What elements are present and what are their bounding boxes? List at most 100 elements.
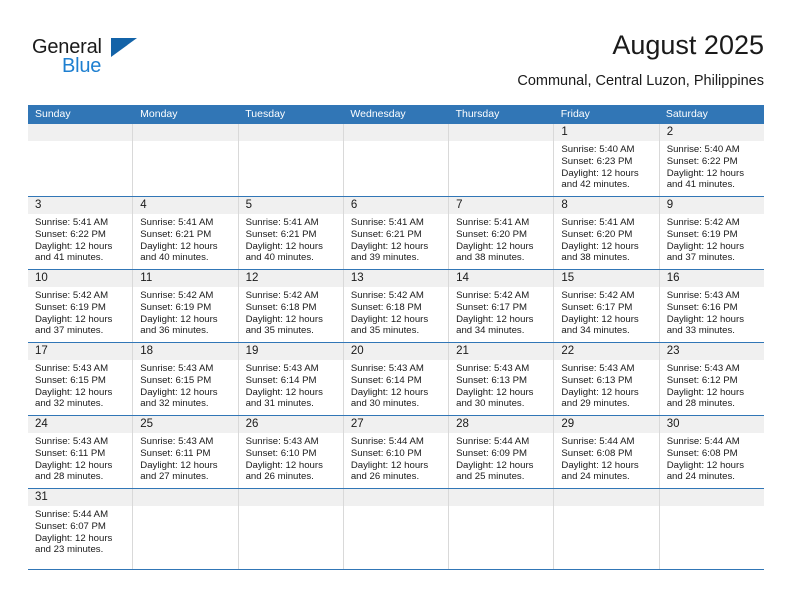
sunset-text: Sunset: 6:18 PM (350, 301, 422, 313)
day-number-band: 22 (554, 343, 659, 360)
daylight-text-line2: and 26 minutes. (350, 471, 420, 483)
daylight-text-line1: Daylight: 12 hours (561, 459, 639, 471)
sunset-text: Sunset: 6:15 PM (35, 374, 106, 386)
calendar-day-cell[interactable]: 24 Sunrise: 5:43 AM Sunset: 6:11 PM Dayligh… (28, 416, 134, 488)
day-detail: Sunrise: 5:41 AM Sunset: 6:21 PM Daylight:… (239, 214, 343, 264)
brand-logo[interactable]: General Blue (32, 36, 212, 84)
calendar-day-cell[interactable]: 23 Sunrise: 5:43 AM Sunset: 6:12 PM Dayligh… (659, 343, 764, 415)
day-number-band: 2 (659, 124, 764, 141)
sunrise-text: Sunrise: 5:43 AM (140, 436, 214, 447)
day-number: 23 (666, 345, 680, 357)
calendar-week-row: 10 Sunrise: 5:42 AM Sunset: 6:19 PM Dayligh… (28, 270, 764, 343)
daylight-text-line2: and 38 minutes. (561, 252, 630, 264)
calendar-day-cell[interactable]: 28 Sunrise: 5:44 AM Sunset: 6:09 PM Dayligh… (449, 416, 555, 488)
sunrise-text: Sunrise: 5:43 AM (140, 363, 214, 374)
calendar-day-cell[interactable]: 29 Sunrise: 5:44 AM Sunset: 6:08 PM Dayligh… (554, 416, 660, 488)
sunset-text: Sunset: 6:19 PM (666, 228, 738, 240)
day-detail: Sunrise: 5:43 AM Sunset: 6:14 PM Daylight:… (344, 360, 448, 410)
day-number: 22 (561, 345, 575, 357)
sunrise-text: Sunrise: 5:44 AM (35, 509, 109, 520)
calendar-day-cell[interactable]: 19 Sunrise: 5:43 AM Sunset: 6:14 PM Dayligh… (238, 343, 344, 415)
calendar-day-cell[interactable]: 11 Sunrise: 5:42 AM Sunset: 6:19 PM Dayligh… (133, 270, 239, 342)
calendar-empty-cell (133, 124, 239, 196)
day-number-band (449, 489, 554, 506)
calendar-day-cell[interactable]: 10 Sunrise: 5:42 AM Sunset: 6:19 PM Dayligh… (28, 270, 134, 342)
daylight-text-line1: Daylight: 12 hours (561, 313, 639, 325)
calendar-day-cell[interactable]: 5 Sunrise: 5:41 AM Sunset: 6:21 PM Daylight… (238, 197, 344, 269)
calendar-day-cell[interactable]: 18 Sunrise: 5:43 AM Sunset: 6:15 PM Dayligh… (133, 343, 239, 415)
day-detail (133, 141, 237, 144)
daylight-text-line2: and 35 minutes. (350, 325, 420, 337)
sunrise-text: Sunrise: 5:41 AM (140, 217, 214, 228)
weekday-header-wednesday: Wednesday (350, 108, 406, 120)
calendar-day-cell[interactable]: 7 Sunrise: 5:41 AM Sunset: 6:20 PM Daylight… (449, 197, 555, 269)
sunset-text: Sunset: 6:07 PM (35, 520, 106, 532)
sunset-text: Sunset: 6:16 PM (666, 301, 738, 313)
calendar-day-cell[interactable]: 20 Sunrise: 5:43 AM Sunset: 6:14 PM Dayligh… (343, 343, 450, 415)
day-detail (449, 141, 553, 144)
calendar-day-cell[interactable]: 16 Sunrise: 5:43 AM Sunset: 6:16 PM Dayligh… (659, 270, 764, 342)
daylight-text-line2: and 26 minutes. (245, 471, 314, 483)
day-number-band (28, 124, 133, 141)
daylight-text-line2: and 28 minutes. (35, 471, 104, 483)
calendar-day-cell[interactable]: 1 Sunrise: 5:40 AM Sunset: 6:23 PM Daylight… (554, 124, 660, 196)
calendar-day-cell[interactable]: 8 Sunrise: 5:41 AM Sunset: 6:20 PM Daylight… (554, 197, 660, 269)
sunrise-text: Sunrise: 5:40 AM (561, 144, 635, 155)
calendar-day-cell[interactable]: 12 Sunrise: 5:42 AM Sunset: 6:18 PM Dayligh… (238, 270, 344, 342)
day-number: 11 (140, 272, 153, 284)
daylight-text-line2: and 39 minutes. (350, 252, 420, 264)
day-number-band: 25 (133, 416, 238, 433)
sunset-text: Sunset: 6:22 PM (666, 155, 738, 167)
calendar-day-cell[interactable]: 31 Sunrise: 5:44 AM Sunset: 6:07 PM Dayligh… (28, 489, 134, 569)
daylight-text-line2: and 41 minutes. (666, 179, 735, 191)
calendar-day-cell[interactable]: 3 Sunrise: 5:41 AM Sunset: 6:22 PM Daylight… (28, 197, 134, 269)
calendar-day-cell[interactable]: 26 Sunrise: 5:43 AM Sunset: 6:10 PM Dayligh… (238, 416, 344, 488)
daylight-text-line2: and 37 minutes. (666, 252, 735, 264)
daylight-text-line2: and 28 minutes. (666, 398, 735, 410)
daylight-text-line2: and 36 minutes. (140, 325, 209, 337)
sunset-text: Sunset: 6:10 PM (245, 447, 317, 459)
sunrise-text: Sunrise: 5:43 AM (456, 363, 530, 374)
daylight-text-line2: and 41 minutes. (35, 252, 104, 264)
day-number-band: 11 (133, 270, 238, 287)
sunrise-text: Sunrise: 5:43 AM (666, 290, 740, 301)
day-detail: Sunrise: 5:41 AM Sunset: 6:21 PM Daylight:… (133, 214, 237, 264)
daylight-text-line1: Daylight: 12 hours (35, 313, 113, 325)
calendar-day-cell[interactable]: 4 Sunrise: 5:41 AM Sunset: 6:21 PM Daylight… (133, 197, 239, 269)
calendar-day-cell[interactable]: 15 Sunrise: 5:42 AM Sunset: 6:17 PM Dayligh… (554, 270, 660, 342)
sunset-text: Sunset: 6:14 PM (350, 374, 422, 386)
calendar-day-cell[interactable]: 9 Sunrise: 5:42 AM Sunset: 6:19 PM Daylight… (659, 197, 764, 269)
day-detail: Sunrise: 5:43 AM Sunset: 6:11 PM Daylight:… (133, 433, 237, 483)
day-number-band: 28 (449, 416, 554, 433)
day-number-band: 24 (28, 416, 133, 433)
calendar-day-cell[interactable]: 27 Sunrise: 5:44 AM Sunset: 6:10 PM Dayligh… (343, 416, 450, 488)
day-number: 28 (456, 418, 469, 430)
calendar-day-cell[interactable]: 21 Sunrise: 5:43 AM Sunset: 6:13 PM Dayligh… (449, 343, 555, 415)
daylight-text-line1: Daylight: 12 hours (456, 313, 534, 325)
calendar-week-row: 31 Sunrise: 5:44 AM Sunset: 6:07 PM Dayligh… (28, 489, 764, 570)
calendar-day-cell[interactable]: 2 Sunrise: 5:40 AM Sunset: 6:22 PM Daylight… (659, 124, 764, 196)
sunrise-text: Sunrise: 5:40 AM (666, 144, 740, 155)
calendar-day-cell[interactable]: 14 Sunrise: 5:42 AM Sunset: 6:17 PM Dayligh… (449, 270, 555, 342)
sunset-text: Sunset: 6:22 PM (35, 228, 106, 240)
sunset-text: Sunset: 6:08 PM (561, 447, 633, 459)
day-number-band: 8 (554, 197, 659, 214)
calendar-day-cell[interactable]: 6 Sunrise: 5:41 AM Sunset: 6:21 PM Daylight… (343, 197, 450, 269)
daylight-text-line1: Daylight: 12 hours (666, 167, 745, 179)
daylight-text-line1: Daylight: 12 hours (666, 386, 745, 398)
daylight-text-line2: and 27 minutes. (140, 471, 209, 483)
calendar-empty-cell (449, 124, 555, 196)
day-detail: Sunrise: 5:43 AM Sunset: 6:13 PM Daylight:… (554, 360, 658, 410)
day-detail: Sunrise: 5:41 AM Sunset: 6:20 PM Daylight:… (554, 214, 658, 264)
calendar-day-cell[interactable]: 17 Sunrise: 5:43 AM Sunset: 6:15 PM Dayligh… (28, 343, 134, 415)
daylight-text-line1: Daylight: 12 hours (140, 459, 218, 471)
daylight-text-line2: and 37 minutes. (35, 325, 104, 337)
calendar-day-cell[interactable]: 30 Sunrise: 5:44 AM Sunset: 6:08 PM Dayligh… (659, 416, 764, 488)
calendar-day-cell[interactable]: 13 Sunrise: 5:42 AM Sunset: 6:18 PM Dayligh… (343, 270, 450, 342)
day-number: 7 (456, 199, 463, 211)
day-detail: Sunrise: 5:42 AM Sunset: 6:18 PM Daylight:… (344, 287, 448, 337)
daylight-text-line2: and 34 minutes. (561, 325, 630, 337)
calendar-day-cell[interactable]: 25 Sunrise: 5:43 AM Sunset: 6:11 PM Dayligh… (133, 416, 239, 488)
calendar-week-row: 3 Sunrise: 5:41 AM Sunset: 6:22 PM Daylight… (28, 197, 764, 270)
calendar-day-cell[interactable]: 22 Sunrise: 5:43 AM Sunset: 6:13 PM Dayligh… (554, 343, 660, 415)
